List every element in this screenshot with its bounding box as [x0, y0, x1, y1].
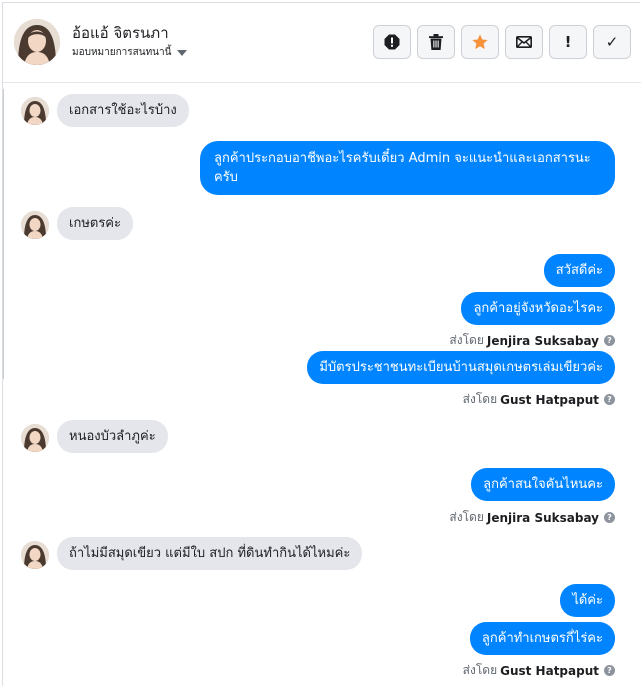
assign-label: มอบหมายการสนทนานี้ — [72, 47, 172, 58]
assign-conversation-dropdown[interactable]: มอบหมายการสนทนานี้ — [72, 45, 188, 60]
star-icon — [472, 34, 488, 49]
contact-avatar-small — [21, 541, 49, 569]
message-bubble-incoming[interactable]: หนองบัวลำภูค่ะ — [57, 420, 168, 453]
mark-unread-button[interactable] — [505, 25, 543, 59]
sender-name: Gust Hatpaput — [500, 663, 599, 678]
alert-octagon-icon — [384, 34, 400, 50]
conversation-header: อ้อแอ้ จิตรนภา มอบหมายการสนทนานี้ ! ✓ — [3, 3, 641, 83]
sent-by-label: ส่งโดย Jenjira Suksabay ? — [449, 508, 615, 527]
check-icon: ✓ — [605, 33, 619, 51]
message-bubble-outgoing[interactable]: ได้ค่ะ — [560, 584, 615, 617]
message-bubble-incoming[interactable]: เอกสารใช้อะไรบ้าง — [57, 94, 189, 127]
star-button[interactable] — [461, 25, 499, 59]
message-bubble-incoming[interactable]: เกษตรค่ะ — [57, 207, 133, 240]
exclamation-icon: ! — [564, 33, 572, 51]
message-bubble-outgoing[interactable]: ลูกค้าสนใจคันไหนคะ — [471, 468, 615, 501]
message-bubble-outgoing[interactable]: สวัสดีค่ะ — [543, 254, 615, 287]
trash-icon — [429, 34, 443, 50]
contact-avatar-small — [21, 97, 49, 125]
header-actions: ! ✓ — [373, 25, 631, 59]
caret-down-icon — [177, 49, 188, 56]
message-thread: เอกสารใช้อะไรบ้าง ลูกค้าประกอบอาชีพอะไรค… — [3, 84, 641, 687]
message-bubble-outgoing[interactable]: ลูกค้าประกอบอาชีพอะไรครับเดี๋ยว Admin จะ… — [200, 141, 615, 195]
sent-by-label: ส่งโดย Jenjira Suksabay ? — [449, 331, 615, 350]
contact-avatar[interactable] — [14, 19, 60, 65]
envelope-icon — [516, 36, 532, 48]
contact-avatar-small — [21, 424, 49, 452]
conversation-panel: อ้อแอ้ จิตรนภา มอบหมายการสนทนานี้ ! ✓ เอ… — [2, 2, 641, 687]
question-icon[interactable]: ? — [604, 512, 615, 523]
sender-name: Jenjira Suksabay — [486, 333, 599, 348]
report-spam-button[interactable] — [373, 25, 411, 59]
sender-name: Jenjira Suksabay — [486, 510, 599, 525]
sent-by-label: ส่งโดย Gust Hatpaput ? — [463, 661, 615, 680]
message-bubble-outgoing[interactable]: ลูกค้าอยู่จังหวัดอะไรคะ — [461, 292, 615, 325]
mark-done-button[interactable]: ✓ — [593, 25, 631, 59]
contact-avatar-small — [21, 211, 49, 239]
question-icon[interactable]: ? — [604, 394, 615, 405]
question-icon[interactable]: ? — [604, 335, 615, 346]
message-bubble-incoming[interactable]: ถ้าไม่มีสมุดเขียว แต่มีใบ สปก ที่ดินทำกิ… — [57, 537, 363, 570]
delete-button[interactable] — [417, 25, 455, 59]
contact-name[interactable]: อ้อแอ้ จิตรนภา — [72, 21, 169, 45]
message-bubble-outgoing[interactable]: มีบัตรประชาชนทะเบียนบ้านสมุดเกษตรเล่มเขี… — [307, 351, 615, 384]
follow-up-button[interactable]: ! — [549, 25, 587, 59]
sender-name: Gust Hatpaput — [500, 392, 599, 407]
message-bubble-outgoing[interactable]: ลูกค้าทำเกษตรกี่ไร่คะ — [469, 622, 615, 655]
sent-by-label: ส่งโดย Gust Hatpaput ? — [463, 390, 615, 409]
question-icon[interactable]: ? — [604, 665, 615, 676]
